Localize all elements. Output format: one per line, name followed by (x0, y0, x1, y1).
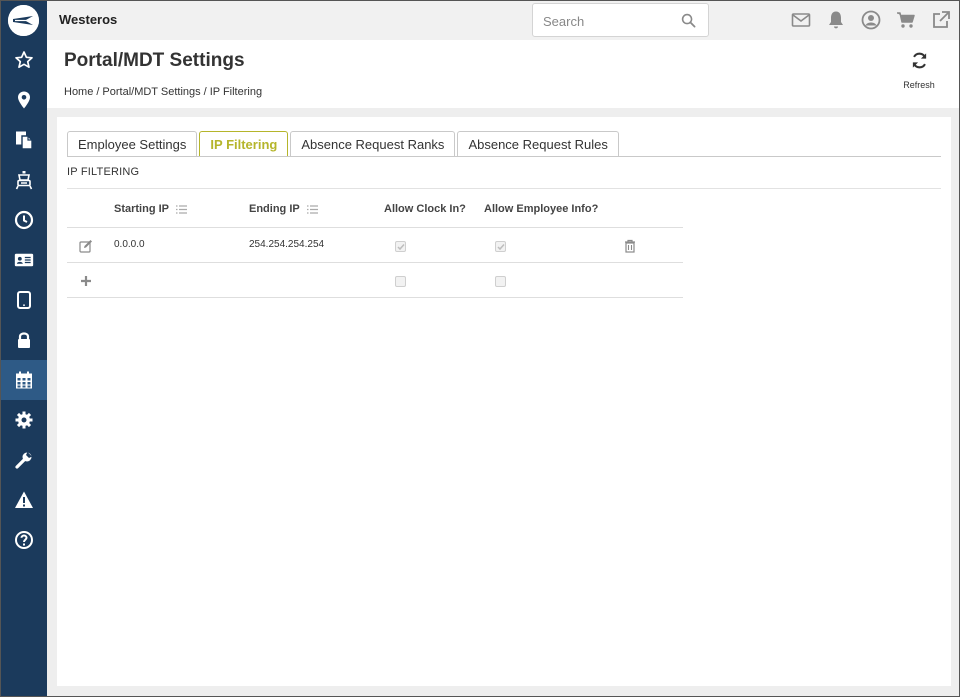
table-footer-divider (67, 297, 683, 298)
sort-icon[interactable] (176, 204, 188, 214)
column-header-allow-employee-info: Allow Employee Info? (484, 203, 598, 215)
refresh-button[interactable]: Refresh (899, 52, 939, 90)
tab-absence-request-ranks[interactable]: Absence Request Ranks (290, 131, 456, 157)
allow-clock-in-checkbox[interactable] (395, 241, 406, 252)
help-icon (14, 531, 33, 549)
column-header-starting-ip[interactable]: Starting IP (114, 203, 188, 215)
starting-ip-value: 0.0.0.0 (114, 239, 145, 250)
breadcrumb-portal-settings[interactable]: Portal/MDT Settings (102, 86, 200, 98)
section-divider (67, 188, 941, 189)
new-allow-employee-info-checkbox[interactable] (495, 276, 506, 287)
section-title: IP FILTERING (67, 166, 140, 178)
star-icon (14, 51, 33, 69)
column-label-ending-ip: Ending IP (249, 203, 300, 215)
sidebar-item-mobile[interactable] (0, 280, 47, 320)
checkmark-icon (396, 243, 405, 250)
notifications-button[interactable] (825, 9, 847, 31)
brand-name: Westeros (59, 12, 118, 27)
table-header-divider (67, 227, 683, 228)
sidebar-item-locations[interactable] (0, 80, 47, 120)
tab-absence-request-rules[interactable]: Absence Request Rules (457, 131, 619, 157)
sidebar-item-apparatus[interactable] (0, 160, 47, 200)
sidebar-item-documents[interactable] (0, 120, 47, 160)
sidebar (0, 0, 47, 697)
tab-divider (67, 156, 941, 157)
refresh-label: Refresh (903, 80, 935, 90)
edit-icon[interactable] (79, 239, 93, 253)
sidebar-item-favorites[interactable] (0, 40, 47, 80)
cart-icon (897, 12, 915, 28)
search-box[interactable] (532, 3, 709, 37)
allow-employee-info-checkbox[interactable] (495, 241, 506, 252)
gear-icon (15, 411, 32, 429)
copy-documents-icon (15, 131, 33, 150)
sidebar-item-time[interactable] (0, 200, 47, 240)
id-card-icon (14, 253, 33, 267)
trash-icon[interactable] (623, 239, 637, 253)
mail-icon (791, 13, 811, 27)
refresh-icon (912, 52, 926, 69)
search-icon[interactable] (681, 13, 696, 28)
wrench-icon (14, 452, 32, 469)
page-header: Portal/MDT Settings Home / Portal/MDT Sett… (47, 40, 960, 108)
user-icon (861, 10, 881, 30)
settings-tabs: Employee Settings IP Filtering Absence R… (67, 131, 621, 157)
column-header-allow-clock-in: Allow Clock In? (384, 203, 466, 215)
bell-icon (829, 11, 843, 29)
sidebar-item-employees[interactable] (0, 240, 47, 280)
sidebar-item-scheduling[interactable] (0, 360, 47, 400)
tab-employee-settings[interactable]: Employee Settings (67, 131, 198, 157)
lock-icon (17, 332, 30, 348)
sidebar-item-tools[interactable] (0, 440, 47, 480)
column-label-allow-clock-in: Allow Clock In? (384, 203, 466, 215)
top-bar: Westeros (47, 0, 960, 40)
warning-icon (14, 491, 33, 508)
breadcrumb-current: IP Filtering (209, 86, 263, 98)
cart-button[interactable] (895, 9, 917, 31)
sidebar-item-help[interactable] (0, 520, 47, 560)
profile-button[interactable] (860, 9, 882, 31)
clock-icon (14, 210, 33, 230)
search-input[interactable] (543, 12, 673, 30)
sidebar-item-security[interactable] (0, 320, 47, 360)
external-link-icon (933, 11, 950, 28)
calendar-icon (15, 371, 32, 389)
fire-truck-icon (15, 171, 32, 190)
ending-ip-value: 254.254.254.254 (249, 239, 325, 250)
column-label-starting-ip: Starting IP (114, 203, 170, 215)
tablet-icon (16, 291, 31, 309)
messages-button[interactable] (790, 9, 812, 31)
column-header-ending-ip[interactable]: Ending IP (249, 203, 318, 215)
sidebar-item-settings[interactable] (0, 400, 47, 440)
sidebar-item-alerts[interactable] (0, 480, 47, 520)
logo-icon[interactable] (8, 5, 39, 36)
table-row-divider (67, 262, 683, 263)
sort-icon[interactable] (306, 204, 318, 214)
add-icon[interactable] (79, 274, 93, 288)
tab-ip-filtering[interactable]: IP Filtering (199, 131, 289, 157)
page-title: Portal/MDT Settings (64, 50, 245, 71)
breadcrumb-home[interactable]: Home (64, 86, 93, 98)
map-marker-icon (17, 91, 30, 109)
new-allow-clock-in-checkbox[interactable] (395, 276, 406, 287)
column-label-allow-employee-info: Allow Employee Info? (484, 203, 599, 215)
open-external-button[interactable] (930, 9, 952, 31)
checkmark-icon (496, 243, 505, 250)
breadcrumb: Home / Portal/MDT Settings / IP Filtering (64, 86, 263, 98)
